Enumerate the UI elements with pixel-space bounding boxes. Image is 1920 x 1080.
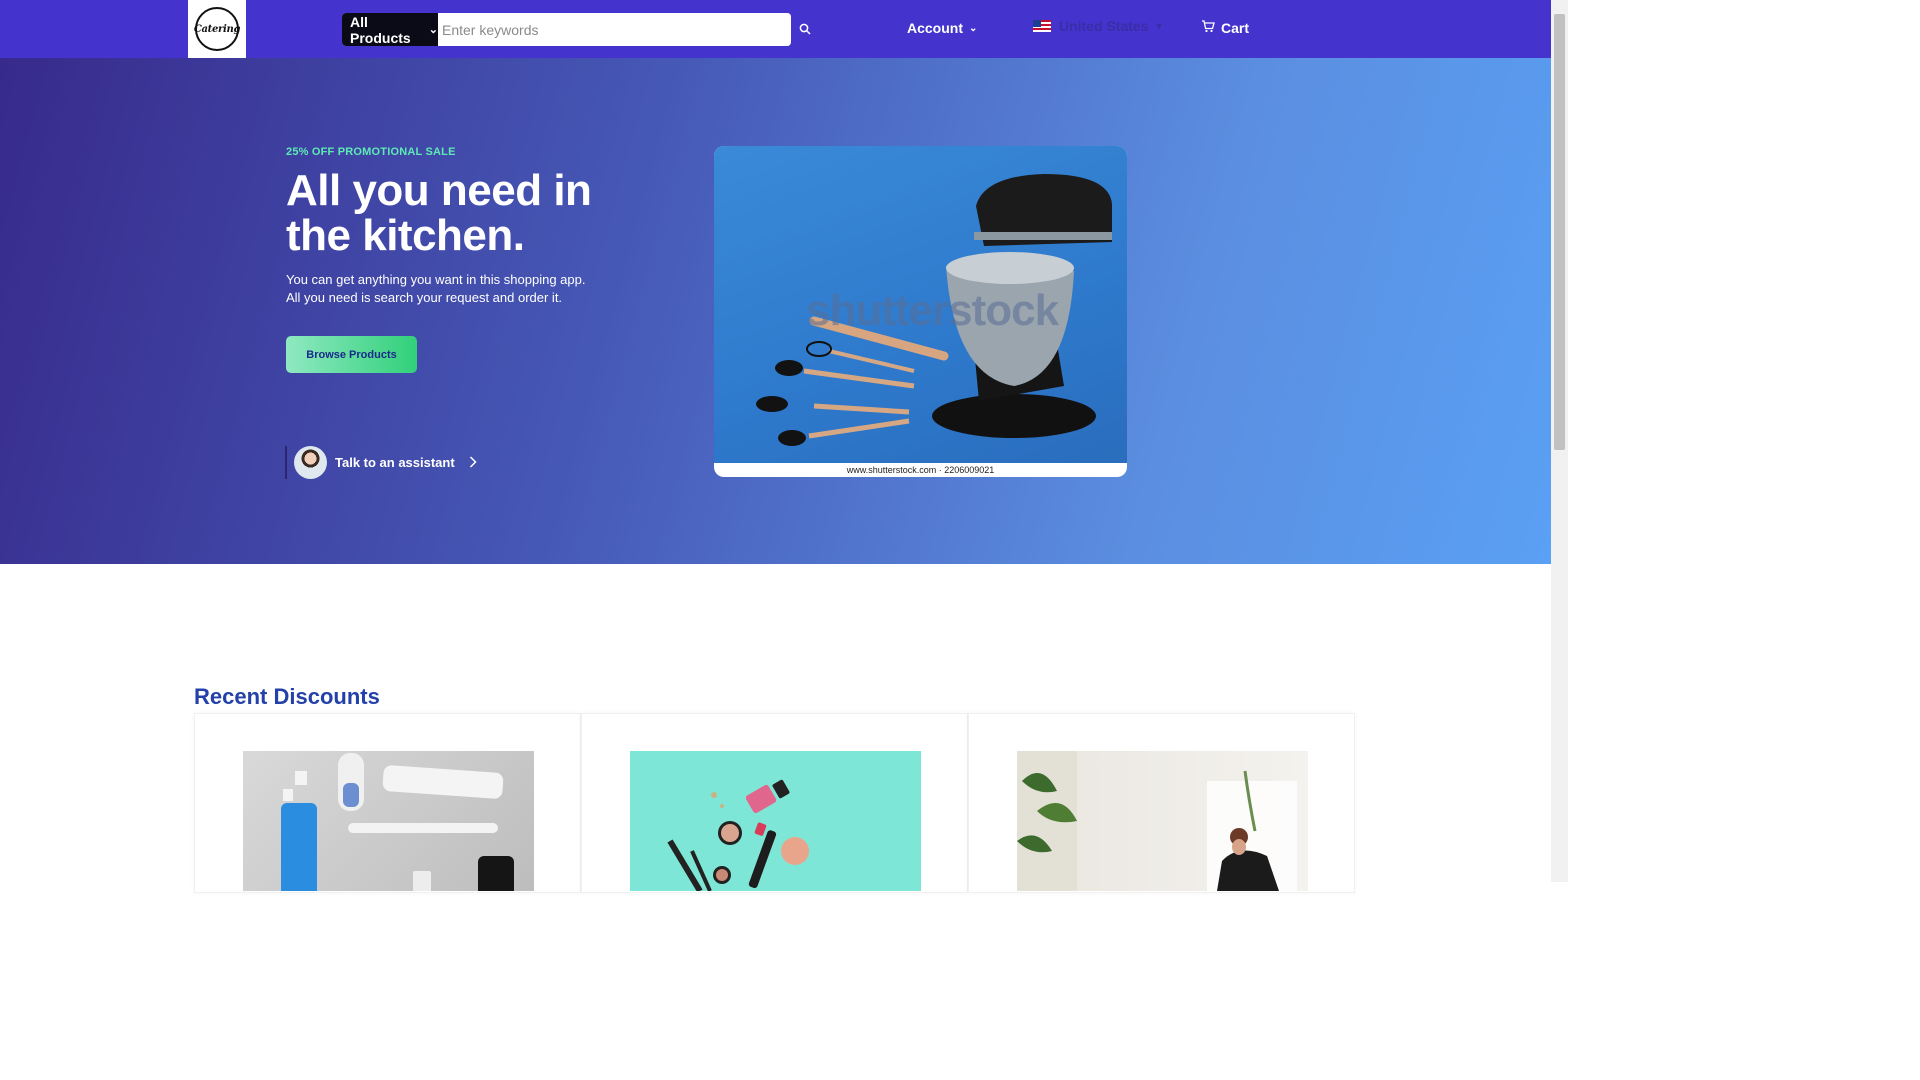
talk-to-assistant-link[interactable]: Talk to an assistant (294, 446, 477, 479)
category-select[interactable]: All Products ⌄ (342, 13, 438, 46)
discount-card-image (1017, 751, 1308, 891)
cart-icon (1201, 20, 1215, 36)
discount-card-1[interactable] (194, 713, 581, 899)
discount-card-image (243, 751, 534, 899)
image-caption: www.shutterstock.com · 2206009021 (846, 465, 995, 475)
subtitle-line-2: All you need is search your request and … (286, 290, 563, 305)
headline-line-2: the kitchen. (286, 211, 525, 260)
discount-card-image (630, 751, 921, 893)
subtitle-line-1: You can get anything you want in this sh… (286, 272, 586, 287)
assistant-divider (285, 446, 287, 479)
logo-icon: Catering (193, 7, 241, 51)
search-bar: All Products ⌄ (342, 13, 791, 46)
scrollbar-thumb[interactable] (1554, 14, 1565, 450)
stand-mixer-photo: shutterstock (714, 146, 1127, 463)
promo-label: 25% OFF PROMOTIONAL SALE (286, 146, 456, 158)
cart-button[interactable]: Cart (1201, 20, 1249, 36)
recent-discounts-title: Recent Discounts (194, 684, 380, 709)
chevron-down-icon: ⌄ (428, 24, 438, 36)
country-label: United States (1059, 18, 1149, 34)
chevron-down-icon: ▾ (1156, 20, 1162, 32)
top-navbar: Catering All Products ⌄ Account ⌄ United… (0, 0, 1551, 58)
hero-subtitle: You can get anything you want in this sh… (286, 271, 585, 307)
watermark: shutterstock (806, 286, 1059, 335)
cart-label: Cart (1221, 20, 1250, 36)
search-input[interactable] (438, 13, 791, 46)
account-label: Account (907, 20, 963, 36)
category-label: All Products (350, 13, 411, 46)
us-flag-icon (1033, 20, 1051, 32)
logo[interactable]: Catering (188, 0, 246, 58)
assistant-label: Talk to an assistant (335, 455, 455, 470)
assistant-avatar (294, 446, 327, 479)
page-scrollbar[interactable] (1551, 0, 1568, 882)
hero-headline: All you need in the kitchen. (286, 168, 646, 258)
headline-line-1: All you need in (286, 166, 592, 215)
hero-image: shutterstock www.shutterstock.com · 2206… (714, 146, 1127, 477)
discount-card-2[interactable] (581, 713, 968, 893)
discount-card-3[interactable] (968, 713, 1355, 893)
account-menu[interactable]: Account ⌄ (907, 20, 977, 36)
browse-products-button[interactable]: Browse Products (286, 336, 417, 373)
country-select[interactable]: United States ▾ (1033, 18, 1162, 34)
chevron-right-icon (469, 455, 477, 471)
search-icon[interactable] (797, 21, 813, 37)
logo-text: Catering (193, 23, 241, 35)
chevron-down-icon: ⌄ (969, 22, 978, 34)
